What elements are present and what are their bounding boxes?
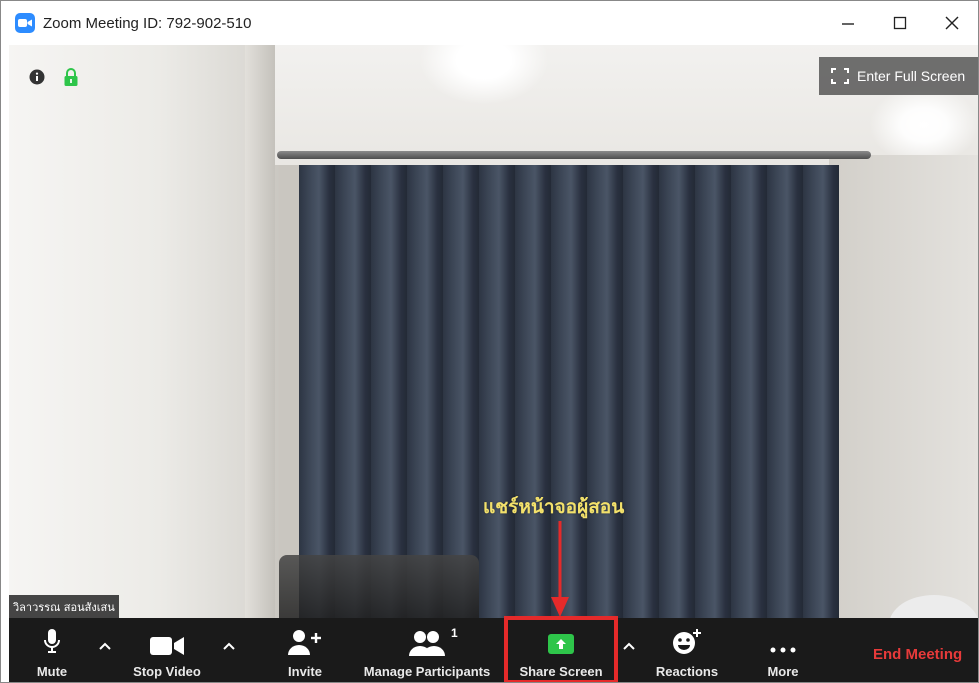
participants-icon bbox=[409, 631, 445, 656]
share-screen-icon bbox=[548, 634, 574, 654]
window-title: Zoom Meeting ID: 792-902-510 bbox=[43, 14, 252, 32]
meeting-toolbar: Mute Stop Video Invite Manage Participan… bbox=[9, 616, 978, 682]
invite-button[interactable]: Invite bbox=[279, 618, 331, 682]
video-options-caret[interactable] bbox=[219, 636, 239, 656]
close-icon bbox=[945, 16, 959, 30]
stop-video-button[interactable]: Stop Video bbox=[121, 618, 213, 682]
video-scene-wall-edge bbox=[245, 45, 275, 618]
smiley-icon bbox=[673, 629, 701, 654]
fullscreen-icon bbox=[831, 68, 849, 84]
add-user-icon bbox=[288, 630, 321, 655]
zoom-app-icon bbox=[15, 13, 35, 33]
mute-button[interactable]: Mute bbox=[27, 618, 77, 682]
minimize-icon bbox=[842, 23, 854, 25]
chevron-up-icon bbox=[99, 642, 111, 650]
participants-count-badge: 1 bbox=[451, 626, 458, 640]
curtain-rod bbox=[277, 151, 871, 159]
annotation-arrow bbox=[551, 521, 569, 617]
video-camera-icon bbox=[150, 637, 184, 655]
chevron-up-icon bbox=[223, 642, 235, 650]
share-screen-annotation: แชร์หน้าจอผู้สอน bbox=[483, 496, 625, 518]
reactions-label: Reactions bbox=[655, 664, 719, 679]
chevron-up-icon bbox=[623, 642, 635, 650]
maximize-button[interactable] bbox=[874, 1, 926, 45]
window-controls bbox=[822, 1, 978, 45]
title-bar: Zoom Meeting ID: 792-902-510 bbox=[1, 1, 978, 45]
video-scene-objects bbox=[279, 555, 479, 618]
minimize-button[interactable] bbox=[822, 1, 874, 45]
end-meeting-button[interactable]: End Meeting bbox=[873, 646, 962, 663]
share-screen-button[interactable]: Share Screen bbox=[513, 618, 609, 682]
mute-label: Mute bbox=[36, 664, 68, 679]
share-options-caret[interactable] bbox=[619, 636, 639, 656]
microphone-icon bbox=[44, 629, 60, 653]
zoom-meeting-window: Zoom Meeting ID: 792-902-510 Enter Full … bbox=[0, 0, 979, 683]
reactions-button[interactable]: Reactions bbox=[647, 618, 727, 682]
video-feed: Enter Full Screen แชร์หน้าจอผู้สอน วิลาว… bbox=[9, 45, 978, 618]
manage-participants-button[interactable]: Manage Participants bbox=[355, 618, 499, 682]
audio-options-caret[interactable] bbox=[95, 636, 115, 656]
video-scene-wall bbox=[9, 45, 259, 618]
manage-participants-label: Manage Participants bbox=[363, 664, 491, 679]
encryption-lock-icon[interactable] bbox=[63, 67, 79, 92]
meeting-info-icon[interactable] bbox=[29, 69, 45, 90]
video-scene-wall bbox=[829, 155, 978, 618]
video-scene-light bbox=[869, 85, 978, 165]
more-label: More bbox=[767, 664, 799, 679]
close-button[interactable] bbox=[926, 1, 978, 45]
invite-label: Invite bbox=[288, 664, 322, 679]
more-button[interactable]: More bbox=[757, 618, 809, 682]
more-options-icon bbox=[770, 647, 796, 653]
enter-full-screen-label: Enter Full Screen bbox=[857, 68, 966, 84]
enter-full-screen-button[interactable]: Enter Full Screen bbox=[819, 57, 978, 95]
maximize-icon bbox=[893, 16, 907, 30]
stop-video-label: Stop Video bbox=[133, 664, 201, 679]
participant-name-label: วิลาวรรณ สอนสังเสน bbox=[9, 595, 119, 618]
share-screen-label: Share Screen bbox=[519, 664, 603, 679]
